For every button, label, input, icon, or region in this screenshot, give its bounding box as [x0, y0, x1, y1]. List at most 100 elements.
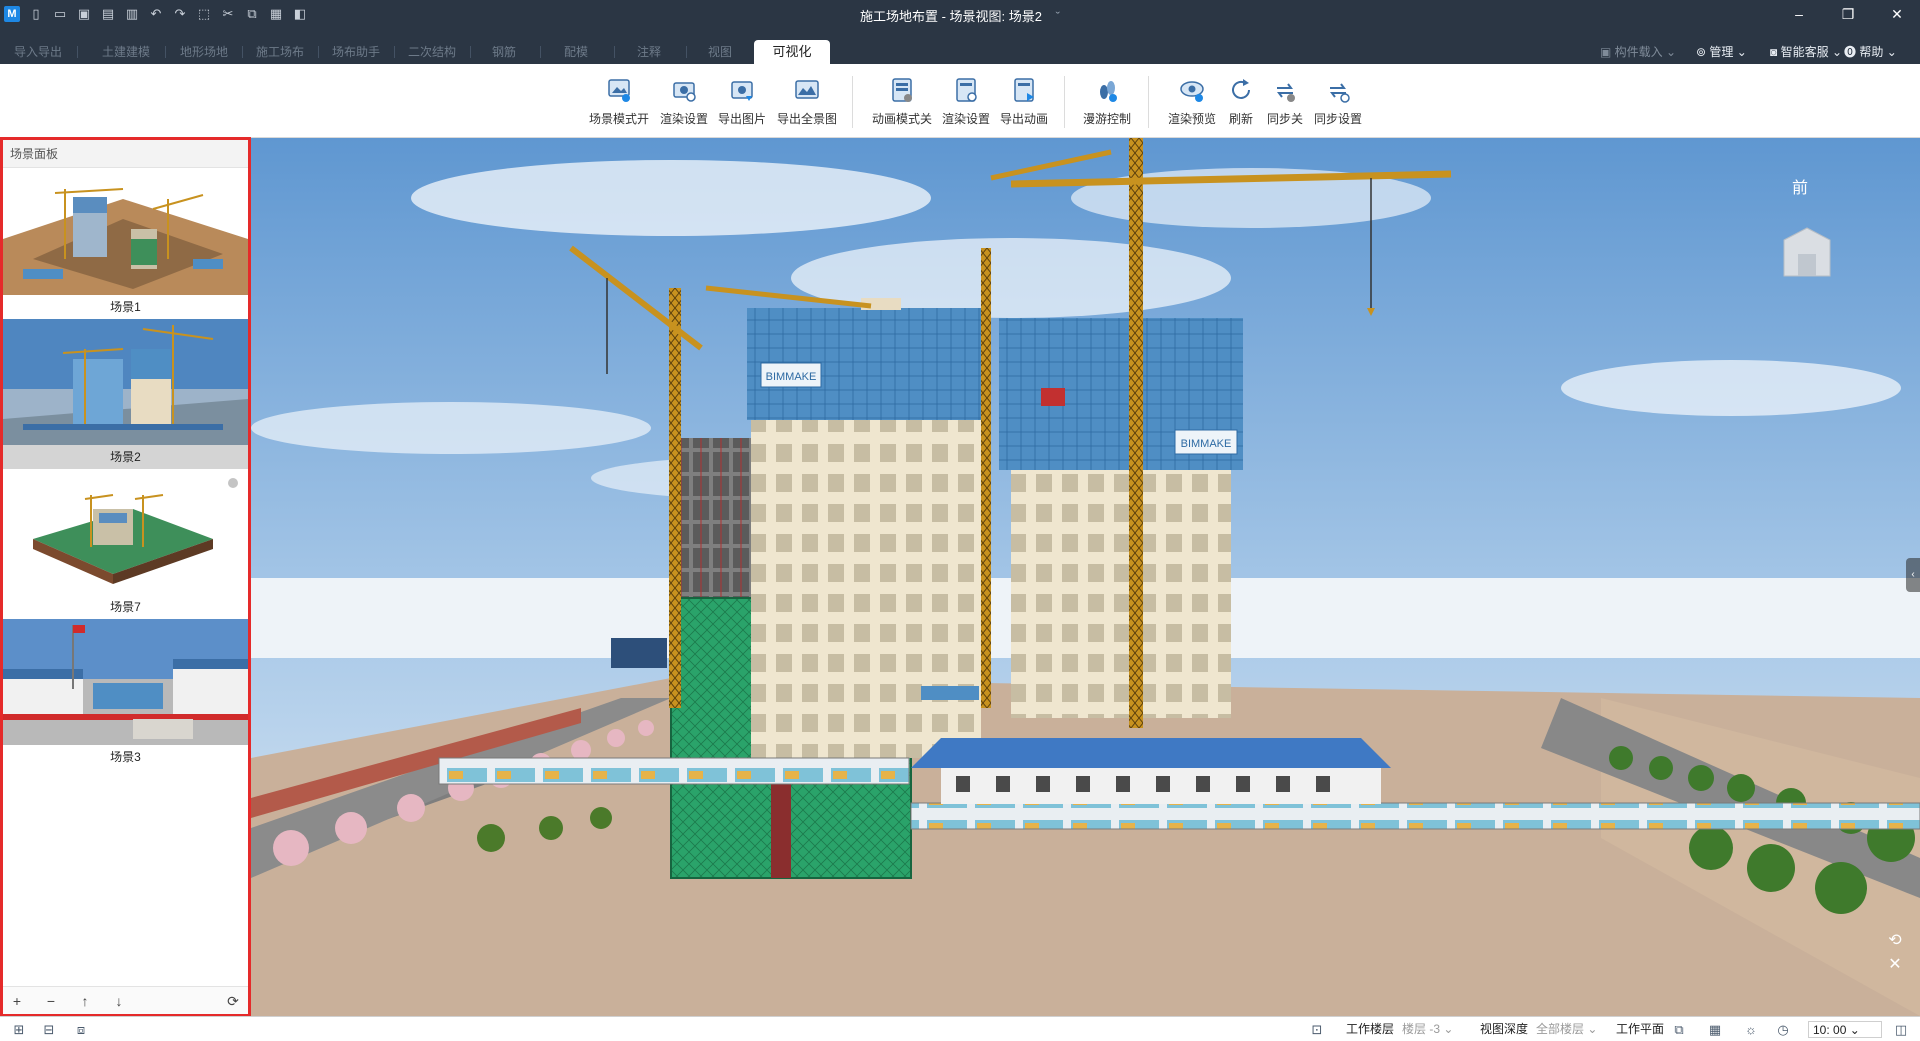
scene-panel: 场景面板 场景1 场景2 场景7 场景3 + − ↑ ↓ ⟳ — [0, 137, 251, 1017]
move-down-icon[interactable]: ↓ — [109, 991, 129, 1011]
tab-formwork[interactable]: 配模 — [540, 40, 612, 64]
print-icon[interactable]: ▥ — [124, 6, 140, 22]
tab-civil-modeling[interactable]: 土建建模 — [88, 40, 164, 64]
add-scene-button[interactable]: + — [7, 991, 27, 1011]
scene-thumbnail — [3, 319, 248, 445]
render-preview-icon — [1180, 81, 1204, 102]
layout-single-icon[interactable]: ⊞ — [10, 1021, 28, 1038]
tab-import-export[interactable]: 导入导出 — [0, 40, 76, 64]
scene-item-2[interactable]: 场景2 — [3, 319, 248, 469]
save-icon[interactable]: ▣ — [76, 6, 92, 22]
sync-off-button[interactable]: 同步关 — [1262, 76, 1308, 132]
title-bar: M ▯ ▭ ▣ ▤ ▥ ↶ ↷ ⬚ ✂ ⧉ ▦ ◧ 施工场地布置 - 场景视图:… — [0, 0, 1920, 28]
tab-annotation[interactable]: 注释 — [614, 40, 684, 64]
3d-viewport[interactable]: BIMMAKE BIMMAKE 前 ‹ ⟲ ✕ — [251, 138, 1920, 1016]
work-plane-icon[interactable]: ⧉ — [1670, 1021, 1688, 1038]
cube-icon[interactable]: ◧ — [292, 6, 308, 22]
select-icon[interactable]: ⬚ — [196, 6, 212, 22]
help-icon: ⓿ — [1844, 45, 1857, 59]
window-title: 施工场地布置 - 场景视图: 场景2 ˇ — [860, 9, 1060, 24]
view-cube[interactable] — [1774, 224, 1840, 284]
ribbon-tab-bar: 导入导出 土建建模 地形场地 施工场布 场布助手 二次结构 钢筋 配模 注释 视… — [0, 28, 1920, 64]
roaming-control-button[interactable]: 漫游控制 — [1078, 76, 1136, 132]
animation-mode-icon — [892, 78, 912, 102]
scene-thumbnail — [3, 169, 248, 295]
view-depth-select[interactable]: 全部楼层 ⌄ — [1536, 1021, 1597, 1038]
view-depth-label: 视图深度 — [1480, 1022, 1529, 1036]
layout-grid-icon[interactable]: ⧈ — [72, 1021, 90, 1038]
tab-layout-assistant[interactable]: 场布助手 — [318, 40, 394, 64]
cut-icon[interactable]: ✂ — [220, 6, 236, 22]
tab-construction-layout[interactable]: 施工场布 — [242, 40, 318, 64]
orbit-reset-icon[interactable]: ⟲ — [1884, 930, 1906, 952]
expand-right-panel-button[interactable]: ‹ — [1906, 558, 1920, 592]
tab-secondary-structure[interactable]: 二次结构 — [394, 40, 470, 64]
smart-support-menu[interactable]: ◙ 智能客服 ⌄ — [1770, 40, 1842, 64]
manage-icon: ⊚ — [1696, 45, 1707, 59]
animation-render-settings-button[interactable]: 渲染设置 — [938, 76, 994, 132]
render-settings-button[interactable]: 渲染设置 — [654, 76, 714, 132]
brand-sign-right: BIMMAKE — [1181, 438, 1232, 450]
undo-icon[interactable]: ↶ — [148, 6, 164, 22]
close-window-button[interactable]: ✕ — [1882, 3, 1912, 25]
export-animation-icon — [1014, 78, 1034, 102]
export-panorama-icon — [795, 80, 819, 99]
manage-menu[interactable]: ⊚ 管理 ⌄ — [1696, 40, 1747, 64]
tab-view[interactable]: 视图 — [686, 40, 754, 64]
render-settings-icon — [956, 78, 977, 102]
scene-mode-button[interactable]: 场景模式开 — [586, 76, 652, 132]
redo-icon[interactable]: ↷ — [172, 6, 188, 22]
construction-site-scene: BIMMAKE BIMMAKE — [251, 138, 1920, 1016]
time-select[interactable]: 10: 00 ⌄ — [1808, 1021, 1882, 1038]
roaming-control-icon — [1100, 81, 1117, 102]
app-logo-icon[interactable]: M — [4, 6, 20, 22]
scene-item-3[interactable]: 场景3 — [3, 619, 248, 769]
scene-item-7[interactable]: 场景7 — [3, 469, 248, 619]
save-as-icon[interactable]: ▤ — [100, 6, 116, 22]
layout-split-icon[interactable]: ⊟ — [40, 1021, 58, 1038]
paste-icon[interactable]: ▦ — [268, 6, 284, 22]
export-image-icon — [731, 81, 753, 101]
status-bar: ⊞ ⊟ ⧈ ⊡ 工作楼层 楼层 -3 ⌄ 视图深度 全部楼层 ⌄ 工作平面 ⧉ … — [0, 1016, 1920, 1041]
restore-button[interactable]: ❐ — [1833, 3, 1863, 25]
animation-mode-button[interactable]: 动画模式关 — [868, 76, 936, 132]
render-preview-button[interactable]: 渲染预览 — [1162, 76, 1222, 132]
ribbon-toolbar: 场景模式开 渲染设置 导出图片 导出全景图 动画模式关 渲染设置 导出动画 漫游… — [0, 64, 1920, 138]
scene-label: 场景1 — [110, 300, 141, 314]
scene-mode-icon — [608, 79, 630, 102]
sun-icon[interactable]: ☼ — [1742, 1021, 1760, 1038]
minimize-button[interactable]: – — [1784, 3, 1814, 25]
scene-panel-footer: + − ↑ ↓ ⟳ — [3, 986, 248, 1014]
zoom-fit-icon[interactable]: ⊡ — [1308, 1021, 1326, 1038]
scene-thumbnail — [3, 619, 248, 745]
clock-icon[interactable]: ◷ — [1774, 1021, 1792, 1038]
work-floor-select[interactable]: 楼层 -3 ⌄ — [1402, 1021, 1453, 1038]
copy-icon[interactable]: ⧉ — [244, 6, 260, 22]
tab-terrain-site[interactable]: 地形场地 — [166, 40, 242, 64]
open-folder-icon[interactable]: ▭ — [52, 6, 68, 22]
sync-settings-button[interactable]: 同步设置 — [1310, 76, 1366, 132]
calculator-icon[interactable]: ▦ — [1706, 1021, 1724, 1038]
help-menu[interactable]: ⓿ 帮助 ⌄ — [1844, 40, 1897, 64]
remove-scene-button[interactable]: − — [41, 991, 61, 1011]
cube-view-icon[interactable]: ◫ — [1892, 1021, 1910, 1038]
refresh-scene-icon[interactable]: ⟳ — [223, 991, 243, 1011]
tab-visualization[interactable]: 可视化 — [754, 40, 830, 64]
component-load-menu[interactable]: ▣ 构件载入 ⌄ — [1600, 40, 1676, 64]
move-up-icon[interactable]: ↑ — [75, 991, 95, 1011]
scene-label: 场景2 — [3, 445, 248, 469]
export-animation-button[interactable]: 导出动画 — [996, 76, 1052, 132]
new-file-icon[interactable]: ▯ — [28, 6, 44, 22]
render-settings-icon — [673, 82, 696, 102]
refresh-button[interactable]: 刷新 — [1224, 76, 1258, 132]
export-panorama-button[interactable]: 导出全景图 — [772, 76, 842, 132]
scene-label: 场景3 — [110, 750, 141, 764]
close-view-icon[interactable]: ✕ — [1884, 954, 1906, 976]
export-image-button[interactable]: 导出图片 — [714, 76, 770, 132]
tab-rebar[interactable]: 钢筋 — [470, 40, 538, 64]
scene-label: 场景7 — [110, 600, 141, 614]
view-direction-label: 前 — [1791, 180, 1808, 197]
refresh-icon — [1232, 79, 1250, 99]
scene-item-1[interactable]: 场景1 — [3, 169, 248, 319]
sync-off-icon — [1277, 83, 1295, 102]
